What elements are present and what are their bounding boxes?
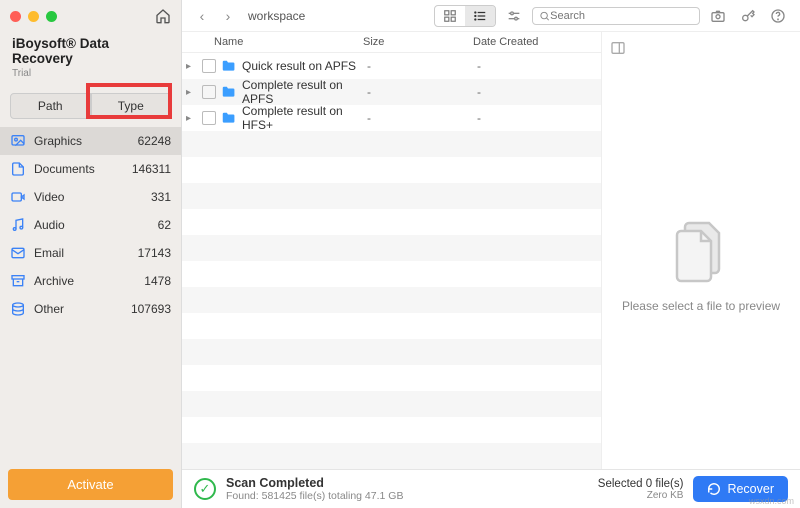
list-view-button[interactable] xyxy=(465,6,495,26)
folder-icon xyxy=(220,111,238,125)
disclosure-icon[interactable]: ▸ xyxy=(186,113,198,124)
category-label: Graphics xyxy=(34,134,130,148)
file-list: Name Size Date Created ▸ Quick result on… xyxy=(182,32,602,469)
row-size: - xyxy=(367,85,477,99)
disclosure-icon[interactable]: ▸ xyxy=(186,87,198,98)
sidebar: iBoysoft® Data Recovery Trial Path Type … xyxy=(0,0,182,508)
category-label: Other xyxy=(34,302,123,316)
preview-message: Please select a file to preview xyxy=(622,299,780,313)
status-selected-size: Zero KB xyxy=(598,490,684,501)
category-label: Archive xyxy=(34,274,136,288)
category-count: 146311 xyxy=(132,162,171,176)
forward-button[interactable]: › xyxy=(218,8,238,24)
category-label: Video xyxy=(34,190,143,204)
column-headers: Name Size Date Created xyxy=(182,32,601,53)
header-date[interactable]: Date Created xyxy=(473,36,593,48)
category-other[interactable]: Other 107693 xyxy=(0,295,181,323)
search-icon xyxy=(539,10,550,22)
category-video[interactable]: Video 331 xyxy=(0,183,181,211)
view-toggle xyxy=(434,5,496,27)
header-name[interactable]: Name xyxy=(210,36,363,48)
toolbar: ‹ › workspace xyxy=(182,0,800,32)
row-size: - xyxy=(367,111,477,125)
window-zoom[interactable] xyxy=(46,11,57,22)
app-title: iBoysoft® Data Recovery xyxy=(0,32,181,68)
preview-toggle-icon[interactable] xyxy=(602,38,634,58)
titlebar xyxy=(0,0,181,32)
row-size: - xyxy=(367,59,477,73)
home-icon[interactable] xyxy=(155,8,171,24)
archive-icon xyxy=(10,273,26,289)
key-icon[interactable] xyxy=(736,8,760,24)
checkbox[interactable] xyxy=(202,59,216,73)
audio-icon xyxy=(10,217,26,233)
row-name: Complete result on HFS+ xyxy=(242,104,367,132)
category-list: Graphics 62248 Documents 146311 Video 33… xyxy=(0,127,181,461)
status-selected: Selected 0 file(s) xyxy=(598,478,684,490)
search-box[interactable] xyxy=(532,7,700,25)
category-label: Audio xyxy=(34,218,150,232)
breadcrumb: workspace xyxy=(248,9,305,23)
row-name: Quick result on APFS xyxy=(242,59,367,73)
category-count: 331 xyxy=(151,190,171,204)
category-count: 1478 xyxy=(144,274,171,288)
file-placeholder-icon xyxy=(671,215,731,285)
table-row[interactable]: ▸ Complete result on HFS+ - - xyxy=(182,105,601,131)
window-minimize[interactable] xyxy=(28,11,39,22)
activate-button[interactable]: Activate xyxy=(8,469,173,500)
category-count: 17143 xyxy=(138,246,171,260)
table-row[interactable]: ▸ Quick result on APFS - - xyxy=(182,53,601,79)
preview-pane: Please select a file to preview xyxy=(602,32,800,469)
folder-icon xyxy=(220,59,238,73)
category-graphics[interactable]: Graphics 62248 xyxy=(0,127,181,155)
grid-view-button[interactable] xyxy=(435,6,465,26)
table-row[interactable]: ▸ Complete result on APFS - - xyxy=(182,79,601,105)
recover-label: Recover xyxy=(727,482,774,496)
header-size[interactable]: Size xyxy=(363,36,473,48)
sidebar-tabs: Path Type xyxy=(0,89,181,127)
category-count: 107693 xyxy=(131,302,171,316)
category-archive[interactable]: Archive 1478 xyxy=(0,267,181,295)
tab-path[interactable]: Path xyxy=(10,93,91,119)
folder-icon xyxy=(220,85,238,99)
app-subtitle: Trial xyxy=(0,68,181,89)
disclosure-icon[interactable]: ▸ xyxy=(186,61,198,72)
search-input[interactable] xyxy=(550,10,693,22)
email-icon xyxy=(10,245,26,261)
row-date: - xyxy=(477,85,597,99)
help-icon[interactable] xyxy=(766,8,790,24)
status-detail: Found: 581425 file(s) totaling 47.1 GB xyxy=(226,490,403,502)
window-close[interactable] xyxy=(10,11,21,22)
document-icon xyxy=(10,161,26,177)
status-bar: ✓ Scan Completed Found: 581425 file(s) t… xyxy=(182,469,800,508)
category-audio[interactable]: Audio 62 xyxy=(0,211,181,239)
category-label: Email xyxy=(34,246,130,260)
category-count: 62248 xyxy=(138,134,171,148)
category-email[interactable]: Email 17143 xyxy=(0,239,181,267)
category-count: 62 xyxy=(158,218,171,232)
status-title: Scan Completed xyxy=(226,476,403,490)
main-panel: ‹ › workspace Name Size xyxy=(182,0,800,508)
row-date: - xyxy=(477,111,597,125)
category-documents[interactable]: Documents 146311 xyxy=(0,155,181,183)
video-icon xyxy=(10,189,26,205)
refresh-icon xyxy=(707,482,721,496)
row-date: - xyxy=(477,59,597,73)
checkbox[interactable] xyxy=(202,85,216,99)
check-circle-icon: ✓ xyxy=(194,478,216,500)
other-icon xyxy=(10,301,26,317)
watermark: wsxdn.com xyxy=(749,496,794,506)
filter-icon[interactable] xyxy=(502,8,526,24)
tab-type[interactable]: Type xyxy=(91,93,172,119)
row-name: Complete result on APFS xyxy=(242,78,367,106)
camera-icon[interactable] xyxy=(706,8,730,24)
checkbox[interactable] xyxy=(202,111,216,125)
image-icon xyxy=(10,133,26,149)
back-button[interactable]: ‹ xyxy=(192,8,212,24)
category-label: Documents xyxy=(34,162,124,176)
